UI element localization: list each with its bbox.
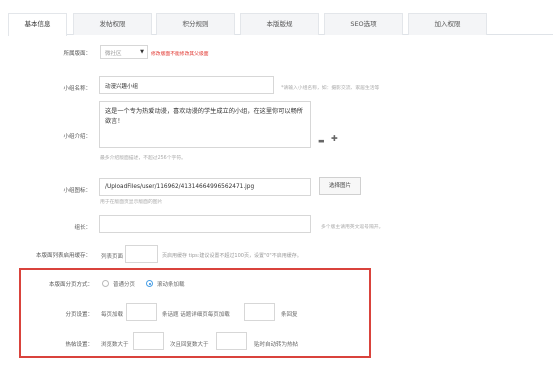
radio-normal-paging-label: 普通分页 xyxy=(113,282,136,288)
moderator-label: 组长： xyxy=(74,225,91,231)
tab-board-rules[interactable]: 本版版规 xyxy=(240,13,319,35)
parent-board-select[interactable]: 微社区 ▼ xyxy=(100,45,148,59)
hot-post-text-2: 次且回复数大于 xyxy=(170,342,209,348)
tab-points-rules[interactable]: 积分规则 xyxy=(156,13,235,35)
page-settings-text-2: 条话题 话题详细页每页加载 xyxy=(162,312,230,318)
radio-normal-paging[interactable] xyxy=(102,280,109,287)
group-icon-label: 小组图标： xyxy=(63,188,91,194)
plus-icon[interactable]: ✚ xyxy=(331,134,338,143)
group-intro-value: 这是一个专为热爱动漫，喜欢动漫的学生成立的小组，在这里你可以畅所欲言！ xyxy=(105,108,303,125)
tab-seo-options[interactable]: SEO选项 xyxy=(324,13,403,35)
list-cache-label: 本版面列表启用缓存： xyxy=(35,253,91,259)
topics-per-page-input[interactable] xyxy=(126,303,157,321)
group-intro-label: 小组介绍： xyxy=(63,134,91,140)
chevron-down-icon: ▼ xyxy=(140,49,144,55)
group-icon-path-value: /UploadFiles/user/116962/413146649965624… xyxy=(105,184,255,190)
parent-board-label: 所属版面： xyxy=(63,51,91,57)
radio-scroll-loading[interactable] xyxy=(146,280,153,287)
list-cache-suffix: 页启用缓存 tips:建议设置不超过100页，设置"0"不启用缓存。 xyxy=(162,253,302,259)
page-settings-label: 分页设置： xyxy=(65,312,93,318)
group-icon-path-input[interactable]: /UploadFiles/user/116962/413146649965624… xyxy=(99,178,311,196)
replies-threshold-input[interactable] xyxy=(216,332,247,350)
list-cache-input[interactable] xyxy=(125,245,158,263)
group-intro-textarea[interactable]: 这是一个专为热爱动漫，喜欢动漫的学生成立的小组，在这里你可以畅所欲言！ xyxy=(99,101,311,148)
resize-icon[interactable]: ▬ xyxy=(318,137,325,145)
tab-join-permission[interactable]: 加入权限 xyxy=(408,13,487,35)
group-name-value: 动漫兴趣小组 xyxy=(105,84,139,90)
parent-board-value: 微社区 xyxy=(105,51,122,57)
radio-scroll-loading-label: 滚动条加载 xyxy=(157,282,185,288)
page-settings-text-3: 条回复 xyxy=(281,312,298,318)
tab-basic-info[interactable]: 基本信息 xyxy=(8,13,67,36)
hot-post-label: 热帖设置： xyxy=(65,342,93,348)
list-cache-prefix: 列表页面 xyxy=(101,254,124,260)
group-name-label: 小组名称： xyxy=(63,86,91,92)
replies-per-page-input[interactable] xyxy=(244,303,275,321)
views-threshold-input[interactable] xyxy=(133,332,164,350)
tab-post-permission[interactable]: 发帖权限 xyxy=(73,13,152,35)
group-icon-hint: 用于在版面页显示版面的图片 xyxy=(100,200,163,205)
moderator-hint: 多个版主请用英文逗号隔开。 xyxy=(321,225,384,230)
moderator-input[interactable] xyxy=(99,215,311,233)
hot-post-text-3: 贴时自动转为热帖 xyxy=(254,342,299,348)
group-intro-hint: 最多介绍版面描述，不超过256个字符。 xyxy=(100,156,186,161)
paging-mode-label: 本版面分页方式： xyxy=(48,282,93,288)
group-name-hint: *请输入小组名称，如：摄影交流、家居生活等 xyxy=(281,86,380,91)
tab-bar: 基本信息 发帖权限 积分规则 本版版规 SEO选项 加入权限 xyxy=(8,13,553,36)
choose-image-button[interactable]: 选择图片 xyxy=(319,177,361,195)
page-settings-text-1: 每页加载 xyxy=(101,312,124,318)
parent-board-warning: 修改版面不能修改其父级面 xyxy=(151,52,209,57)
hot-post-text-1: 浏览数大于 xyxy=(101,342,129,348)
group-name-input[interactable]: 动漫兴趣小组 xyxy=(99,76,274,94)
